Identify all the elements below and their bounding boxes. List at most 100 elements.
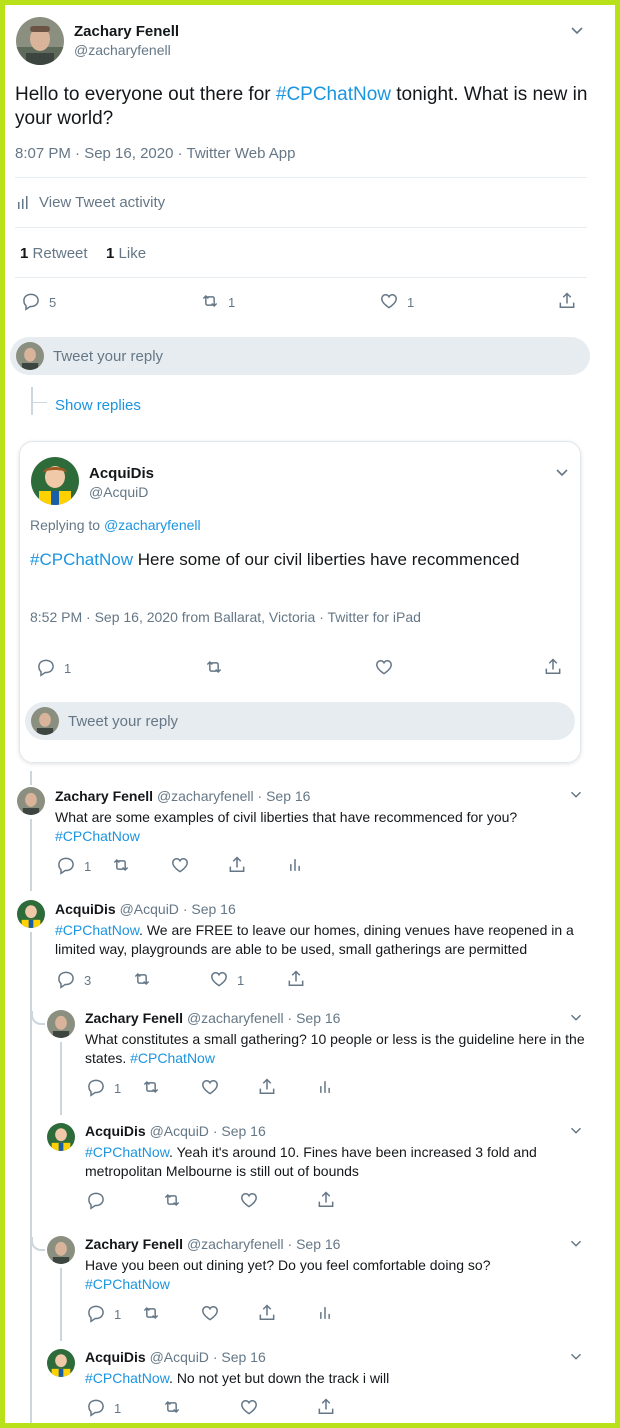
like-button[interactable]: 1	[379, 291, 414, 314]
tweet-timestamp[interactable]: 8:07 PM · Sep 16, 2020 · Twitter Web App	[15, 145, 295, 162]
retweet-icon	[111, 855, 131, 878]
tweet-reply-input[interactable]: Tweet your reply	[25, 702, 575, 740]
reply-header: Zachary Fenell @zacharyfenell · Sep 16	[55, 788, 311, 804]
retweet-icon	[162, 1190, 182, 1213]
reply-button[interactable]: 1	[86, 1077, 121, 1100]
reply-button[interactable]: 3	[56, 969, 91, 992]
reply-text: #CPChatNow. Yeah it's around 10. Fines h…	[85, 1144, 537, 1179]
reply-button[interactable]: 1	[86, 1303, 121, 1326]
retweet-button[interactable]	[141, 1077, 161, 1100]
divider	[15, 177, 587, 178]
view-activity-link[interactable]: View Tweet activity	[17, 194, 165, 211]
like-count-link[interactable]: 1 Like	[106, 245, 146, 262]
retweet-button[interactable]	[162, 1190, 182, 1213]
share-button[interactable]	[257, 1077, 277, 1100]
reply-text: #CPChatNow. No not yet but down the trac…	[85, 1370, 390, 1386]
hashtag-link[interactable]: #CPChatNow	[30, 550, 133, 569]
avatar[interactable]	[31, 457, 79, 505]
share-button[interactable]	[316, 1190, 336, 1213]
thread-line	[60, 1268, 62, 1341]
share-button[interactable]	[227, 855, 247, 878]
retweet-button[interactable]	[111, 855, 131, 878]
author-name[interactable]: Zachary Fenell	[74, 23, 179, 40]
like-icon	[374, 657, 394, 680]
share-button[interactable]	[286, 969, 306, 992]
share-button[interactable]	[557, 291, 577, 314]
avatar[interactable]	[16, 17, 64, 65]
retweet-button[interactable]	[141, 1303, 161, 1326]
avatar[interactable]	[47, 1236, 75, 1264]
like-button[interactable]	[170, 855, 190, 878]
retweet-count-link[interactable]: 1 Retweet	[20, 245, 88, 262]
reply-header: AcquiDis @AcquiD · Sep 16	[55, 901, 236, 917]
like-button[interactable]: 1	[209, 969, 244, 992]
like-button[interactable]	[239, 1397, 259, 1420]
like-button[interactable]	[200, 1303, 220, 1326]
retweet-button[interactable]	[204, 657, 224, 680]
reply-header: Zachary Fenell @zacharyfenell · Sep 16	[85, 1010, 341, 1026]
avatar[interactable]	[17, 900, 45, 928]
thread-line	[30, 771, 32, 785]
reply-text: Have you been out dining yet? Do you fee…	[85, 1257, 491, 1292]
analytics-button[interactable]	[315, 1303, 335, 1326]
reply-button[interactable]: 1	[36, 657, 71, 680]
like-icon	[170, 855, 190, 878]
retweet-button[interactable]	[132, 969, 152, 992]
author-handle[interactable]: @AcquiD	[89, 484, 148, 500]
thread-connector	[33, 402, 47, 403]
share-button[interactable]	[316, 1397, 336, 1420]
like-icon	[239, 1190, 259, 1213]
reply-icon	[86, 1077, 106, 1100]
chevron-down-icon[interactable]	[567, 1008, 585, 1026]
reply-button[interactable]: 1	[56, 855, 91, 878]
divider	[15, 227, 587, 228]
chevron-down-icon[interactable]	[552, 462, 572, 482]
avatar[interactable]	[17, 787, 45, 815]
show-replies-link[interactable]: Show replies	[55, 397, 141, 414]
chevron-down-icon[interactable]	[567, 785, 585, 803]
retweet-button[interactable]: 1	[200, 291, 235, 314]
chevron-down-icon[interactable]	[567, 1121, 585, 1139]
chevron-down-icon[interactable]	[567, 20, 587, 40]
reply-text: What constitutes a small gathering? 10 p…	[85, 1031, 585, 1066]
share-icon	[257, 1303, 277, 1326]
reply-header: Zachary Fenell @zacharyfenell · Sep 16	[85, 1236, 341, 1252]
like-icon	[239, 1397, 259, 1420]
chevron-down-icon[interactable]	[567, 1234, 585, 1252]
chevron-down-icon[interactable]	[567, 1347, 585, 1365]
reply-text: #CPChatNow. We are FREE to leave our hom…	[55, 922, 574, 957]
author-name[interactable]: AcquiDis	[89, 465, 154, 482]
reply-button[interactable]	[86, 1190, 106, 1213]
reply-header: AcquiDis @AcquiD · Sep 16	[85, 1349, 266, 1365]
share-icon	[257, 1077, 277, 1100]
share-button[interactable]	[257, 1303, 277, 1326]
like-button[interactable]	[374, 657, 394, 680]
thread-line	[30, 932, 32, 1423]
analytics-button[interactable]	[315, 1077, 335, 1100]
tweet-timestamp[interactable]: 8:52 PM · Sep 16, 2020 from Ballarat, Vi…	[30, 609, 421, 625]
share-button[interactable]	[543, 657, 563, 680]
analytics-button[interactable]	[285, 855, 305, 878]
retweet-icon	[162, 1397, 182, 1420]
share-icon	[316, 1397, 336, 1420]
analytics-icon	[315, 1077, 335, 1100]
share-icon	[316, 1190, 336, 1213]
tweet-reply-input[interactable]: Tweet your reply	[10, 337, 590, 375]
hashtag-link[interactable]: #CPChatNow	[276, 84, 391, 105]
reply-button[interactable]: 1	[86, 1397, 121, 1420]
avatar[interactable]	[47, 1010, 75, 1038]
avatar[interactable]	[47, 1123, 75, 1151]
divider	[15, 277, 587, 278]
like-button[interactable]	[239, 1190, 259, 1213]
author-handle[interactable]: @zacharyfenell	[74, 42, 171, 58]
retweet-icon	[141, 1303, 161, 1326]
retweet-button[interactable]	[162, 1397, 182, 1420]
mention-link[interactable]: @zacharyfenell	[104, 517, 201, 533]
reply-button[interactable]: 5	[21, 291, 56, 314]
reply-icon	[36, 657, 56, 680]
reply-icon	[21, 291, 41, 314]
like-button[interactable]	[200, 1077, 220, 1100]
retweet-icon	[141, 1077, 161, 1100]
avatar[interactable]	[47, 1349, 75, 1377]
tweet-text: Hello to everyone out there for #CPChatN…	[15, 84, 588, 129]
